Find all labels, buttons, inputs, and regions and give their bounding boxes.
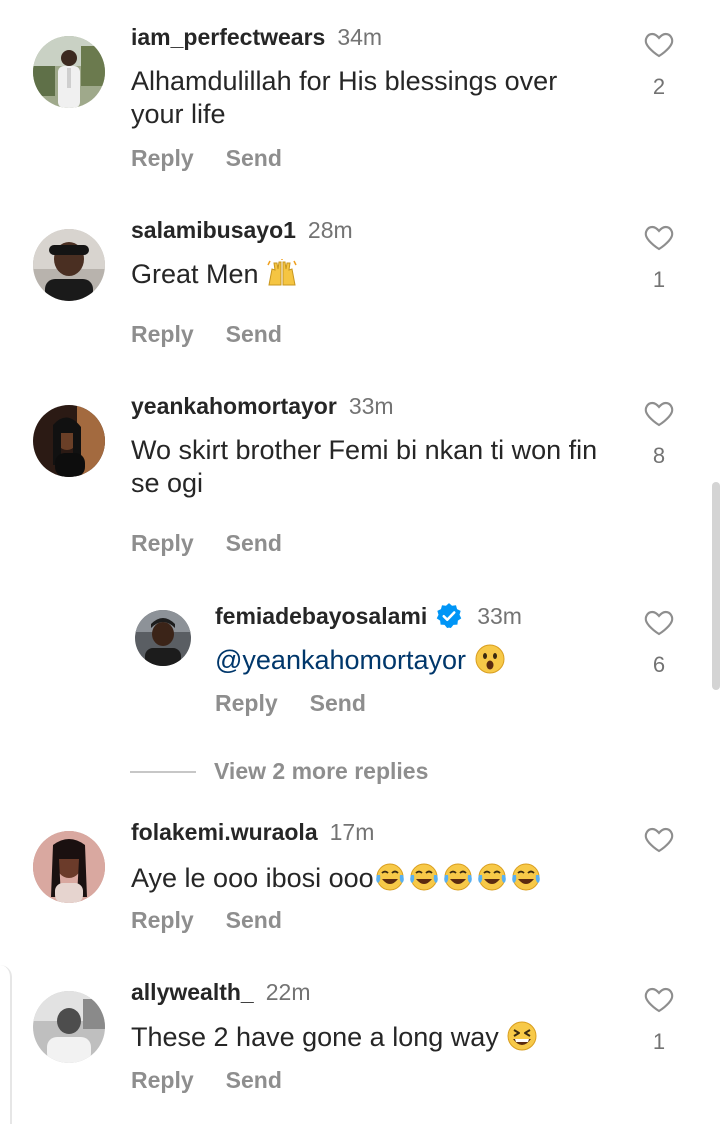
reply-button[interactable]: Reply xyxy=(131,145,194,172)
tears-of-joy-icon xyxy=(374,861,544,901)
comment-text: These 2 have gone a long way xyxy=(131,1020,631,1060)
reply-button[interactable]: Reply xyxy=(131,1067,194,1094)
comment-time: 28m xyxy=(307,217,353,243)
comment-text: Aye le ooo ibosi ooo xyxy=(131,861,651,901)
avatar[interactable] xyxy=(33,36,105,108)
send-button[interactable]: Send xyxy=(226,321,282,348)
comment-text: Great Men xyxy=(131,258,631,297)
comment-text-content: Great Men xyxy=(131,259,259,289)
scrollbar[interactable] xyxy=(712,482,720,690)
divider-line xyxy=(130,770,196,773)
like-count: 1 xyxy=(652,1029,666,1054)
mention-link[interactable]: @yeankahomortayor xyxy=(215,645,466,675)
comments-list[interactable]: iam_perfectwears 34m Alhamdulillah for H… xyxy=(0,0,720,1124)
like-count: 6 xyxy=(652,652,666,677)
comment-time: 34m xyxy=(337,24,383,50)
heart-icon[interactable] xyxy=(642,28,676,60)
comment-text-content: These 2 have gone a long way xyxy=(131,1022,499,1052)
send-button[interactable]: Send xyxy=(226,907,282,934)
comment-username[interactable]: salamibusayo1 xyxy=(131,217,296,244)
send-button[interactable]: Send xyxy=(310,690,366,717)
reply-button[interactable]: Reply xyxy=(131,907,194,934)
comment-time: 33m xyxy=(477,602,522,629)
panel-edge xyxy=(0,965,12,1124)
grinning-squinting-face-icon xyxy=(506,1020,538,1060)
heart-icon[interactable] xyxy=(642,606,676,638)
comment-text: @yeankahomortayor xyxy=(215,643,715,683)
avatar[interactable] xyxy=(33,405,105,477)
raising-hands-icon xyxy=(266,258,298,297)
comment-text-content: Aye le ooo ibosi ooo xyxy=(131,863,374,893)
reply-button[interactable]: Reply xyxy=(215,690,278,717)
like-count: 1 xyxy=(652,267,666,292)
like-count: 2 xyxy=(652,74,666,99)
like-count: 8 xyxy=(652,443,666,468)
comment-time: 22m xyxy=(265,979,311,1005)
avatar[interactable] xyxy=(33,229,105,301)
comment-text: Wo skirt brother Femi bi nkan ti won fin… xyxy=(131,435,598,498)
avatar[interactable] xyxy=(33,831,105,903)
comment-username[interactable]: yeankahomortayor xyxy=(131,393,337,420)
reply-button[interactable]: Reply xyxy=(131,321,194,348)
comment-text: Alhamdulillah for His blessings over you… xyxy=(131,66,558,129)
astonished-face-icon xyxy=(474,643,506,683)
send-button[interactable]: Send xyxy=(226,530,282,557)
heart-icon[interactable] xyxy=(642,221,676,253)
send-button[interactable]: Send xyxy=(226,1067,282,1094)
comment-username[interactable]: iam_perfectwears xyxy=(131,24,325,51)
view-more-replies[interactable]: View 2 more replies xyxy=(130,758,428,785)
comment-username[interactable]: allywealth_ xyxy=(131,979,254,1006)
heart-icon[interactable] xyxy=(642,983,676,1015)
reply-button[interactable]: Reply xyxy=(131,530,194,557)
heart-icon[interactable] xyxy=(642,823,676,855)
view-more-replies-label[interactable]: View 2 more replies xyxy=(214,758,428,785)
comment-username[interactable]: folakemi.wuraola xyxy=(131,819,318,846)
avatar[interactable] xyxy=(135,610,191,666)
comment-time: 17m xyxy=(329,819,375,845)
send-button[interactable]: Send xyxy=(226,145,282,172)
comment-time: 33m xyxy=(348,393,394,419)
heart-icon[interactable] xyxy=(642,397,676,429)
avatar[interactable] xyxy=(33,991,105,1063)
comment-username[interactable]: femiadebayosalami xyxy=(215,603,427,630)
verified-badge-icon xyxy=(435,602,463,630)
